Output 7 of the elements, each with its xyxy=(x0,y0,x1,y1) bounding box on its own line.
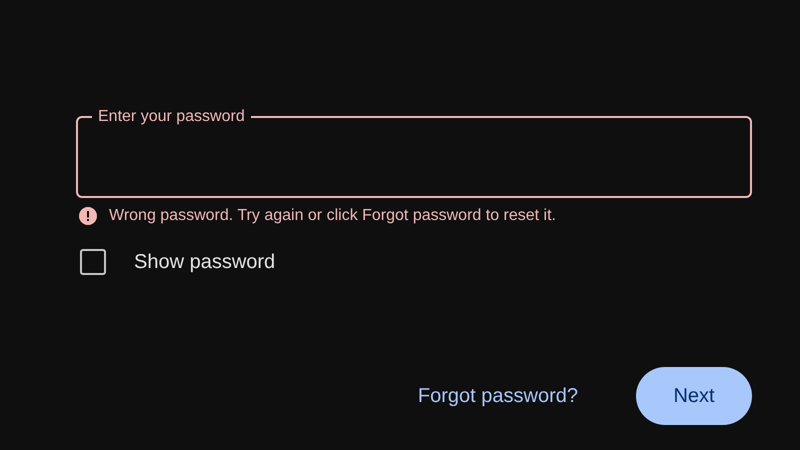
password-field[interactable]: Enter your password xyxy=(76,108,752,198)
show-password-checkbox[interactable] xyxy=(80,249,106,275)
error-message: Wrong password. Try again or click Forgot password to reset it. xyxy=(109,207,556,225)
show-password-label: Show password xyxy=(134,250,276,274)
next-button[interactable]: Next xyxy=(636,367,752,425)
forgot-password-link[interactable]: Forgot password? xyxy=(418,384,578,408)
error-icon xyxy=(79,207,97,225)
